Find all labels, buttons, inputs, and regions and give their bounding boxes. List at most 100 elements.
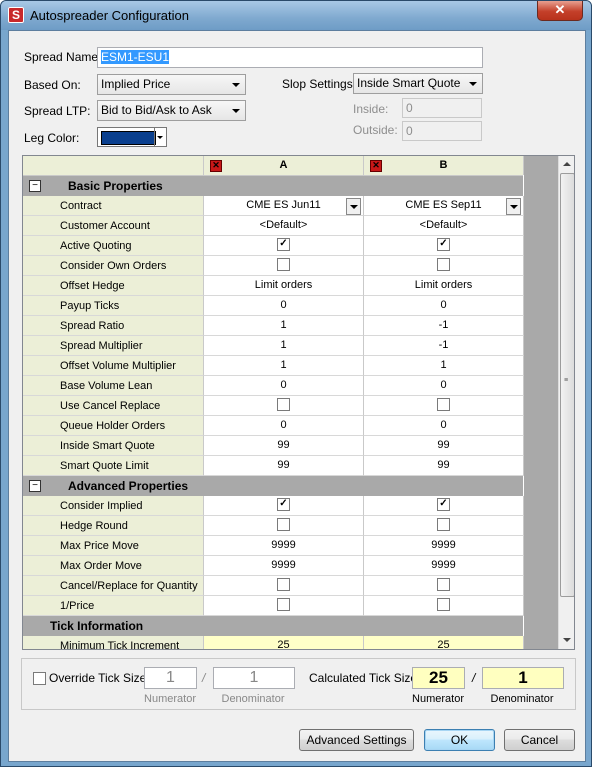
advanced-settings-button[interactable]: Advanced Settings [299, 729, 414, 751]
ok-button[interactable]: OK [424, 729, 495, 751]
property-value[interactable]: 99 [204, 456, 364, 476]
property-value[interactable]: 1 [364, 356, 524, 376]
chevron-down-icon[interactable] [154, 128, 166, 146]
cancel-button[interactable]: Cancel [504, 729, 575, 751]
property-value[interactable]: 99 [204, 436, 364, 456]
property-value[interactable]: 9999 [364, 556, 524, 576]
property-row: Spread Ratio 1 -1 [23, 316, 524, 336]
property-value[interactable]: 25 [204, 636, 364, 649]
checkbox[interactable] [277, 577, 290, 591]
checkbox[interactable] [277, 397, 290, 411]
property-row: Queue Holder Orders 0 0 [23, 416, 524, 436]
property-value[interactable]: Limit orders [204, 276, 364, 296]
property-value[interactable] [364, 576, 524, 596]
property-value[interactable] [204, 576, 364, 596]
property-value[interactable]: 9999 [204, 536, 364, 556]
checkbox[interactable]: ✓ [277, 497, 290, 511]
checkbox[interactable] [437, 397, 450, 411]
property-row: Hedge Round [23, 516, 524, 536]
checkbox[interactable]: ✓ [437, 237, 450, 251]
checkbox[interactable] [277, 257, 290, 271]
property-row: Customer Account <Default> <Default> [23, 216, 524, 236]
property-value[interactable]: ✓ [204, 496, 364, 516]
property-value[interactable]: 25 [364, 636, 524, 649]
property-value[interactable]: CME ES Jun11 [204, 196, 364, 216]
section-header[interactable]: − Advanced Properties [23, 476, 523, 496]
property-value[interactable]: ✓ [364, 236, 524, 256]
checkbox[interactable] [437, 597, 450, 611]
chevron-down-icon[interactable] [506, 198, 521, 215]
property-value[interactable] [204, 596, 364, 616]
property-value[interactable]: 0 [204, 416, 364, 436]
property-value[interactable]: -1 [364, 336, 524, 356]
property-value[interactable]: 99 [364, 456, 524, 476]
checkbox[interactable] [437, 257, 450, 271]
tick-size-panel: Override Tick Size 1 / 1 Numerator Denom… [21, 658, 576, 710]
property-value[interactable]: Limit orders [364, 276, 524, 296]
remove-leg-a-icon[interactable]: ✕ [210, 160, 222, 172]
property-value[interactable]: 1 [204, 336, 364, 356]
spread-ltp-label: Spread LTP: [24, 104, 91, 118]
property-value[interactable] [364, 256, 524, 276]
property-label: Active Quoting [60, 240, 132, 252]
property-value[interactable]: 9999 [364, 536, 524, 556]
property-value[interactable] [204, 256, 364, 276]
chevron-down-icon [469, 82, 477, 86]
property-row: Smart Quote Limit 99 99 [23, 456, 524, 476]
remove-leg-b-icon[interactable]: ✕ [370, 160, 382, 172]
property-label: Consider Implied [60, 500, 143, 512]
property-value[interactable]: 0 [364, 416, 524, 436]
section-header[interactable]: Tick Information [23, 616, 523, 636]
property-value[interactable]: 0 [364, 296, 524, 316]
property-value[interactable]: 0 [204, 376, 364, 396]
chevron-down-icon[interactable] [346, 198, 361, 215]
property-value[interactable]: CME ES Sep11 [364, 196, 524, 216]
outside-input[interactable]: 0 [402, 121, 482, 141]
property-value[interactable] [204, 396, 364, 416]
override-tick-size-checkbox[interactable] [33, 672, 46, 685]
property-value[interactable] [364, 516, 524, 536]
property-value[interactable]: 1 [204, 356, 364, 376]
spread-name-value: ESM1-ESU1 [101, 50, 170, 64]
scroll-down-arrow-icon[interactable] [559, 632, 574, 649]
override-denominator-input[interactable]: 1 [213, 667, 295, 689]
checkbox[interactable]: ✓ [437, 497, 450, 511]
property-value[interactable]: ✓ [204, 236, 364, 256]
checkbox[interactable] [437, 577, 450, 591]
override-numerator-input[interactable]: 1 [144, 667, 197, 689]
scroll-thumb[interactable]: ≡ [560, 173, 574, 597]
property-value[interactable]: 0 [204, 296, 364, 316]
property-value[interactable] [364, 596, 524, 616]
scroll-up-arrow-icon[interactable] [559, 156, 574, 173]
spread-ltp-select[interactable]: Bid to Bid/Ask to Ask [97, 100, 246, 121]
property-value[interactable]: 0 [364, 376, 524, 396]
property-value[interactable] [204, 516, 364, 536]
title-bar[interactable]: S Autospreader Configuration ✕ [1, 1, 591, 30]
based-on-select[interactable]: Implied Price [97, 74, 246, 95]
checkbox[interactable] [277, 517, 290, 531]
checkbox[interactable] [277, 597, 290, 611]
grid-scrollbar[interactable]: ≡ [558, 156, 574, 649]
property-value[interactable]: <Default> [364, 216, 524, 236]
property-value[interactable]: -1 [364, 316, 524, 336]
checkbox[interactable]: ✓ [277, 237, 290, 251]
property-value[interactable]: 9999 [204, 556, 364, 576]
leg-color-picker[interactable] [97, 127, 167, 147]
property-label-cell: Max Price Move [23, 536, 204, 556]
section-header[interactable]: − Basic Properties [23, 176, 523, 196]
property-value[interactable]: <Default> [204, 216, 364, 236]
close-button[interactable]: ✕ [537, 1, 583, 21]
property-label-cell: Minimum Tick Increment [23, 636, 204, 650]
inside-input[interactable]: 0 [402, 98, 482, 118]
property-value[interactable]: 99 [364, 436, 524, 456]
property-row: Contract CME ES Jun11 CME ES Sep11 [23, 196, 524, 216]
property-value[interactable]: ✓ [364, 496, 524, 516]
property-label: Minimum Tick Increment [60, 640, 180, 650]
collapse-icon[interactable]: − [29, 480, 41, 492]
spread-name-input[interactable]: ESM1-ESU1 [97, 47, 483, 68]
slop-settings-select[interactable]: Inside Smart Quote [353, 73, 483, 94]
property-value[interactable]: 1 [204, 316, 364, 336]
checkbox[interactable] [437, 517, 450, 531]
collapse-icon[interactable]: − [29, 180, 41, 192]
property-value[interactable] [364, 396, 524, 416]
